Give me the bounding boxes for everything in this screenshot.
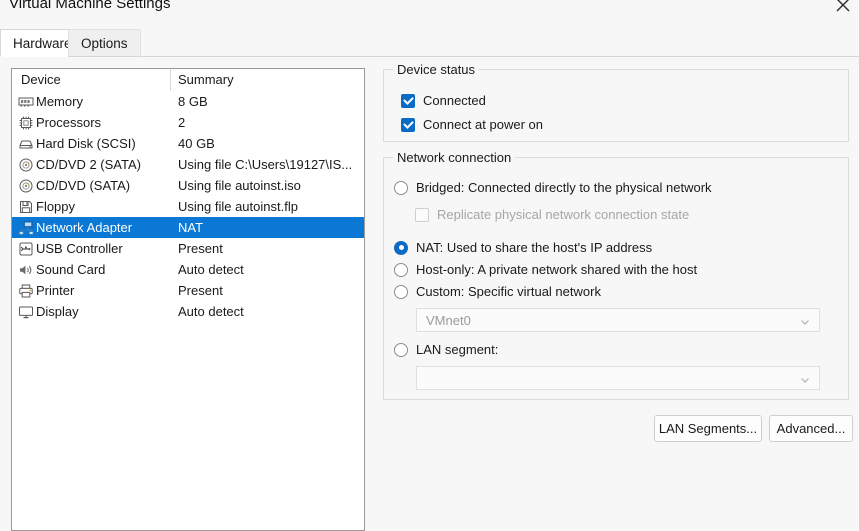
tab-options-label: Options	[81, 35, 128, 51]
bridged-label: Bridged: Connected directly to the physi…	[416, 180, 712, 195]
device-name: Display	[36, 304, 79, 319]
device-summary: 8 GB	[178, 94, 208, 109]
column-divider	[170, 69, 171, 91]
device-summary: Present	[178, 283, 223, 298]
host-only-label: Host-only: A private network shared with…	[416, 262, 698, 277]
lan-segment-radio-row[interactable]: LAN segment:	[394, 342, 498, 357]
host-only-radio[interactable]	[394, 262, 408, 277]
table-row[interactable]: Printer Present	[12, 280, 364, 301]
usb-controller-icon	[17, 240, 34, 257]
device-name: Processors	[36, 115, 102, 130]
bridged-radio[interactable]	[394, 180, 408, 195]
table-row[interactable]: Hard Disk (SCSI) 40 GB	[12, 133, 364, 154]
table-row[interactable]: Display Auto detect	[12, 301, 364, 322]
device-name: CD/DVD (SATA)	[36, 178, 131, 193]
device-summary: 2	[178, 115, 186, 130]
replicate-checkbox	[415, 207, 429, 222]
cd-dvd-icon	[17, 177, 34, 194]
table-row[interactable]: CD/DVD 2 (SATA) Using file C:\Users\19127…	[12, 154, 364, 175]
cd-dvd-icon	[17, 156, 34, 173]
memory-icon	[17, 93, 34, 110]
device-name: Network Adapter	[36, 220, 133, 235]
table-row[interactable]: Memory 8 GB	[12, 91, 364, 112]
virtual-machine-settings-dialog: Virtual Machine Settings Hardware Option…	[0, 0, 859, 531]
device-name: Hard Disk (SCSI)	[36, 136, 136, 151]
chevron-down-icon	[800, 373, 810, 383]
display-icon	[17, 303, 34, 320]
printer-icon	[17, 282, 34, 299]
lan-segments-button-label: LAN Segments...	[658, 421, 758, 436]
custom-radio-row[interactable]: Custom: Specific virtual network	[394, 284, 601, 299]
sound-card-icon	[17, 261, 34, 278]
device-summary: NAT	[178, 220, 204, 235]
device-summary: Auto detect	[178, 262, 244, 277]
tab-strip: Hardware Options	[0, 29, 859, 57]
table-row[interactable]: USB Controller Present	[12, 238, 364, 259]
device-summary: Using file autoinst.flp	[178, 199, 298, 214]
table-row[interactable]: Network Adapter NAT	[12, 217, 364, 238]
title-bar: Virtual Machine Settings	[0, 0, 859, 24]
device-name: Sound Card	[36, 262, 106, 277]
network-connection-title: Network connection	[393, 150, 516, 165]
custom-network-select[interactable]: VMnet0	[416, 308, 820, 332]
replicate-checkbox-row: Replicate physical network connection st…	[415, 207, 689, 222]
custom-label: Custom: Specific virtual network	[416, 284, 601, 299]
lan-segments-button[interactable]: LAN Segments...	[654, 415, 762, 442]
column-header-summary: Summary	[178, 72, 234, 87]
device-name: Floppy	[36, 199, 76, 214]
close-icon[interactable]	[828, 0, 858, 20]
lan-segment-label: LAN segment:	[416, 342, 499, 357]
device-list-header: Device Summary	[12, 69, 364, 91]
connected-checkbox-row[interactable]: Connected	[401, 93, 486, 108]
column-header-device: Device	[21, 72, 61, 87]
table-row[interactable]: CD/DVD (SATA) Using file autoinst.iso	[12, 175, 364, 196]
device-name: CD/DVD 2 (SATA)	[36, 157, 141, 172]
connect-at-power-on-checkbox[interactable]	[401, 117, 415, 132]
custom-network-select-value: VMnet0	[426, 312, 471, 328]
host-only-radio-row[interactable]: Host-only: A private network shared with…	[394, 262, 697, 277]
device-summary: Using file autoinst.iso	[178, 178, 301, 193]
device-status-title: Device status	[393, 62, 480, 77]
bridged-radio-row[interactable]: Bridged: Connected directly to the physi…	[394, 180, 712, 195]
device-status-group: Device status Connected Connect at power…	[383, 62, 849, 142]
chevron-down-icon	[800, 315, 810, 325]
device-name: USB Controller	[36, 241, 123, 256]
nat-radio[interactable]	[394, 240, 408, 255]
device-summary: Using file C:\Users\19127\IS...	[178, 157, 353, 172]
processor-icon	[17, 114, 34, 131]
advanced-button[interactable]: Advanced...	[769, 415, 853, 442]
nat-label: NAT: Used to share the host's IP address	[416, 240, 653, 255]
network-adapter-icon	[17, 219, 34, 236]
device-summary: Auto detect	[178, 304, 244, 319]
window-title: Virtual Machine Settings	[9, 0, 171, 12]
lan-segment-radio[interactable]	[394, 342, 408, 357]
tab-options[interactable]: Options	[68, 29, 141, 57]
table-row[interactable]: Processors 2	[12, 112, 364, 133]
floppy-icon	[17, 198, 34, 215]
connect-at-power-on-checkbox-row[interactable]: Connect at power on	[401, 117, 543, 132]
device-summary: 40 GB	[178, 136, 215, 151]
table-row[interactable]: Sound Card Auto detect	[12, 259, 364, 280]
device-summary: Present	[178, 241, 223, 256]
tab-hardware-label: Hardware	[13, 35, 72, 51]
lan-segment-select[interactable]	[416, 366, 820, 390]
device-list-panel[interactable]: Device Summary Memory 8 GB Processors 2 Hard…	[11, 68, 365, 531]
hard-disk-icon	[17, 135, 34, 152]
table-row[interactable]: Floppy Using file autoinst.flp	[12, 196, 364, 217]
device-rows-container: Memory 8 GB Processors 2 Hard Disk (SCSI) 40 …	[12, 91, 364, 322]
connect-at-power-on-label: Connect at power on	[423, 117, 543, 132]
nat-radio-row[interactable]: NAT: Used to share the host's IP address	[394, 240, 652, 255]
replicate-label: Replicate physical network connection st…	[437, 207, 690, 222]
advanced-button-label: Advanced...	[776, 421, 846, 436]
device-name: Printer	[36, 283, 75, 298]
connected-label: Connected	[423, 93, 486, 108]
custom-radio[interactable]	[394, 284, 408, 299]
connected-checkbox[interactable]	[401, 93, 415, 108]
device-name: Memory	[36, 94, 83, 109]
network-connection-group: Network connection Bridged: Connected di…	[383, 150, 849, 400]
